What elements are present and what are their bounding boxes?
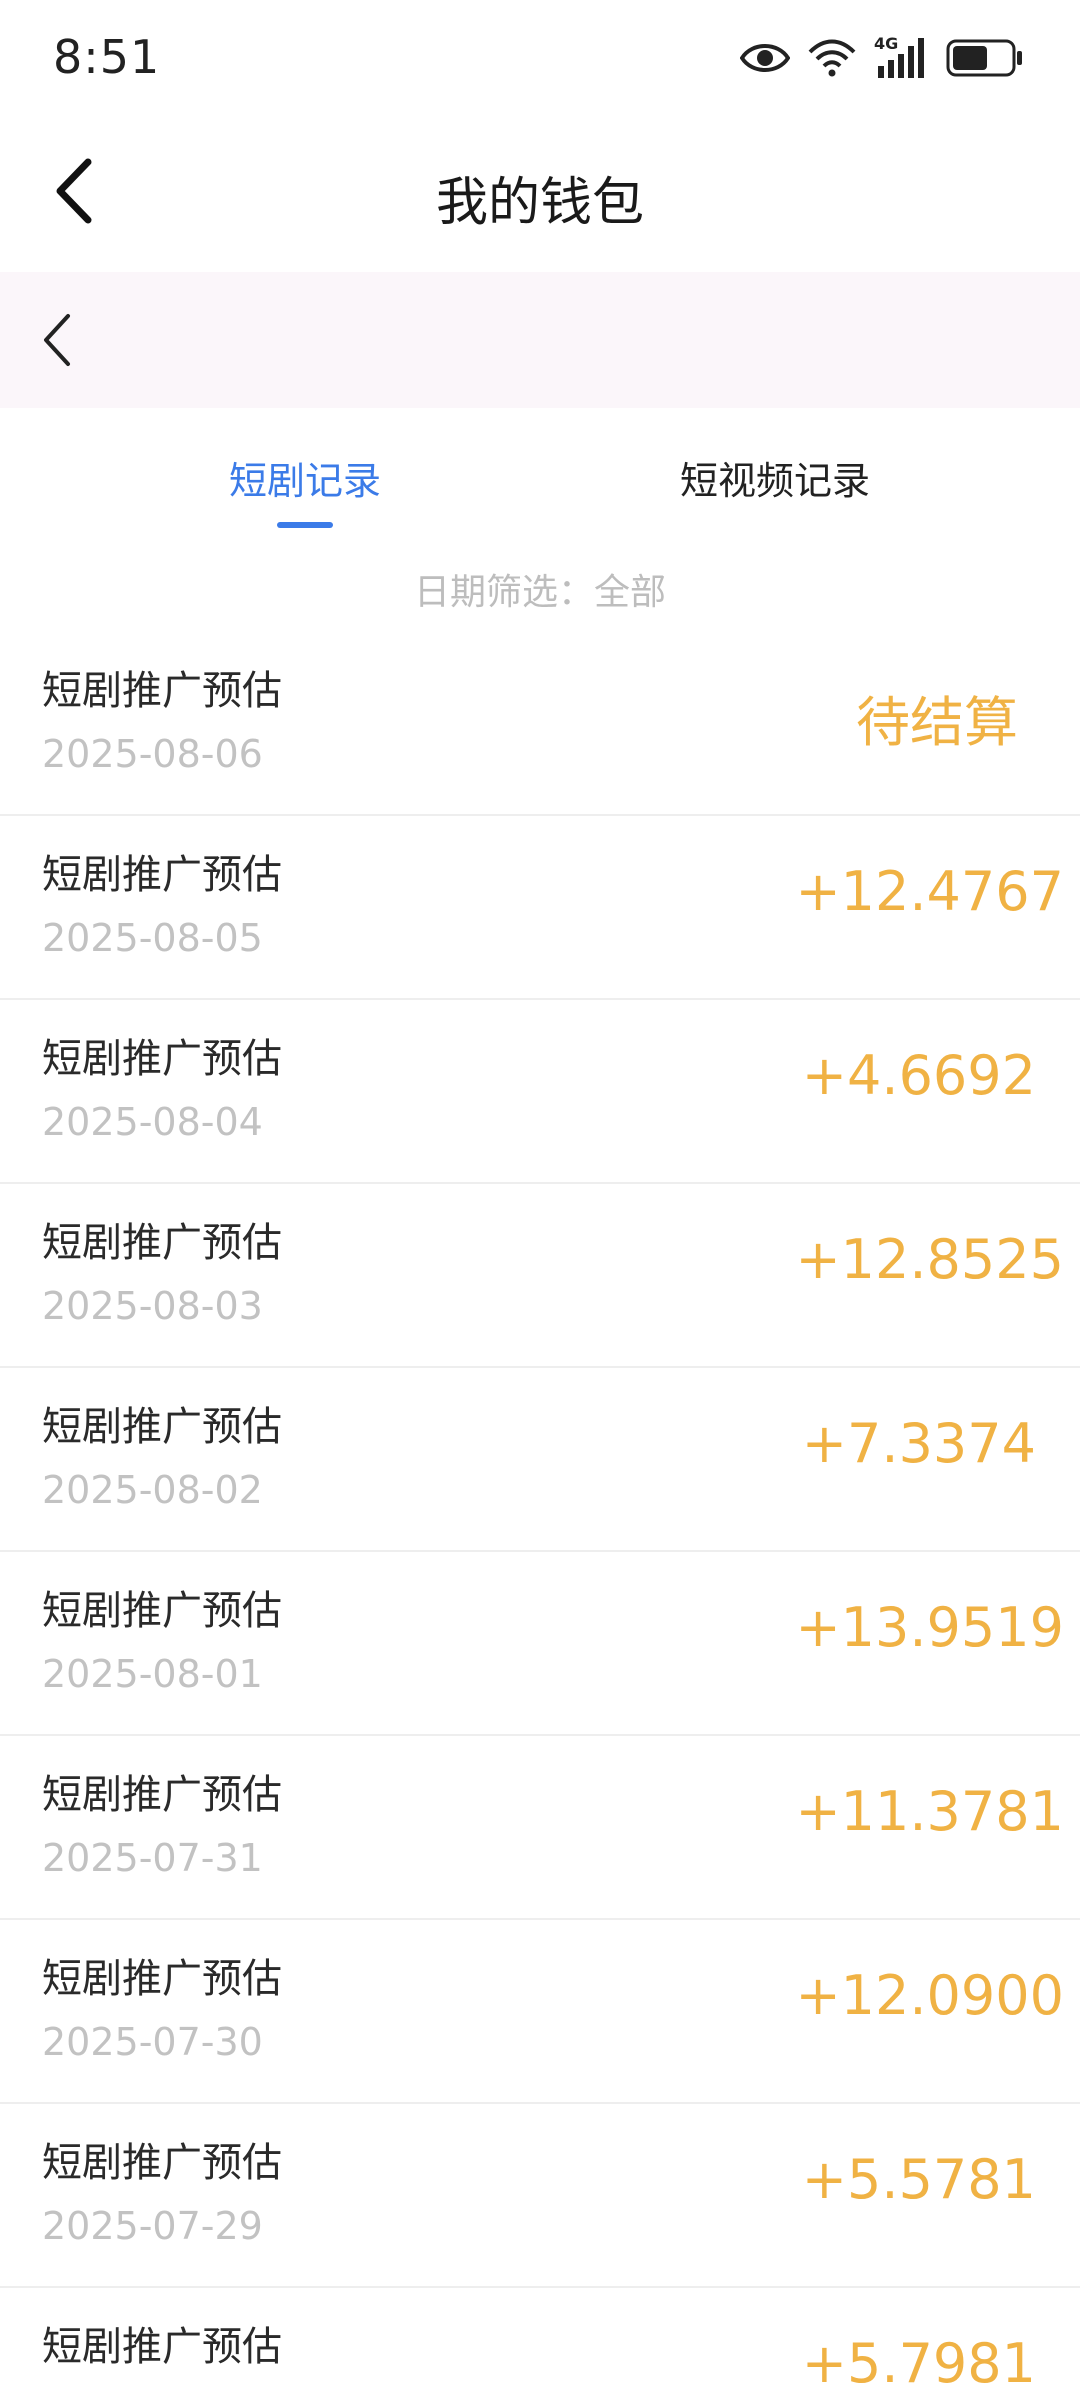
record-amount: +5.5781 [801,2148,1036,2211]
record-title: 短剧推广预估 [42,668,282,714]
secondary-nav-bar [0,272,1080,408]
record-date: 2025-07-29 [42,2204,263,2248]
list-item[interactable]: 短剧推广预估 2025-07-30 +12.0900 [0,1920,1080,2104]
page-title: 我的钱包 [435,173,644,233]
record-amount: +4.6692 [801,1044,1036,1107]
list-item[interactable]: 短剧推广预估 2025-08-05 +12.4767 [0,816,1080,1000]
list-item[interactable]: 短剧推广预估 2025-08-02 +7.3374 [0,1368,1080,1552]
status-icons: 4G [740,30,1024,86]
eye-icon [740,40,790,76]
tab-short-drama[interactable]: 短剧记录 [200,450,410,505]
record-amount: +12.0900 [795,1964,1064,2027]
list-item[interactable]: 短剧推广预估 2025-08-03 +12.8525 [0,1184,1080,1368]
list-item[interactable]: 短剧推广预估 2025-07-31 +11.3781 [0,1736,1080,1920]
record-title: 短剧推广预估 [42,1956,282,2002]
tab-short-video[interactable]: 短视频记录 [645,450,905,505]
wallet-screen: 8:51 4G 我的钱包 短剧记录 短视频记录 日期筛选：全部 短剧推广预估 2… [0,0,1080,2388]
battery-icon [946,39,1024,77]
list-item[interactable]: 短剧推广预估 2025-08-06 待结算 [0,632,1080,816]
record-title: 短剧推广预估 [42,1772,282,1818]
signal-4g-icon: 4G [874,34,928,80]
record-amount: +12.4767 [795,860,1064,923]
record-date: 2025-08-01 [42,1652,263,1696]
record-title: 短剧推广预估 [42,2140,282,2186]
record-date: 2025-08-03 [42,1284,263,1328]
list-item[interactable]: 短剧推广预估 2025-08-01 +13.9519 [0,1552,1080,1736]
record-amount: +12.8525 [795,1228,1064,1291]
record-amount: +11.3781 [795,1780,1064,1843]
status-bar: 8:51 4G [0,0,1080,110]
record-date: 2025-07-30 [42,2020,263,2064]
record-title: 短剧推广预估 [42,1588,282,1634]
record-list: 短剧推广预估 2025-08-06 待结算 短剧推广预估 2025-08-05 … [0,632,1080,2388]
record-title: 短剧推广预估 [42,1220,282,1266]
record-date: 2025-08-04 [42,1100,263,1144]
record-amount: +13.9519 [795,1596,1064,1659]
title-bar: 我的钱包 [0,120,1080,260]
record-title: 短剧推广预估 [42,1404,282,1450]
record-amount: +5.7981 [801,2332,1036,2388]
record-date: 2025-08-06 [42,732,263,776]
secondary-back-button[interactable] [36,308,80,372]
record-tabs: 短剧记录 短视频记录 [0,430,1080,540]
chevron-left-icon [44,314,70,366]
record-date: 2025-08-05 [42,916,263,960]
record-title: 短剧推广预估 [42,852,282,898]
list-item[interactable]: 短剧推广预估 2025-07-29 +5.5781 [0,2104,1080,2288]
record-date: 2025-08-02 [42,1468,263,1512]
wifi-icon [808,38,856,78]
list-item[interactable]: 短剧推广预估 +5.7981 [0,2288,1080,2388]
active-tab-indicator [277,522,333,528]
status-time: 8:51 [53,30,161,84]
record-title: 短剧推广预估 [42,1036,282,1082]
record-date: 2025-07-31 [42,1836,263,1880]
list-item[interactable]: 短剧推广预估 2025-08-04 +4.6692 [0,1000,1080,1184]
record-title: 短剧推广预估 [42,2324,282,2370]
record-amount: +7.3374 [801,1412,1036,1475]
date-filter[interactable]: 日期筛选：全部 [0,563,1080,615]
record-status: 待结算 [856,691,1018,754]
